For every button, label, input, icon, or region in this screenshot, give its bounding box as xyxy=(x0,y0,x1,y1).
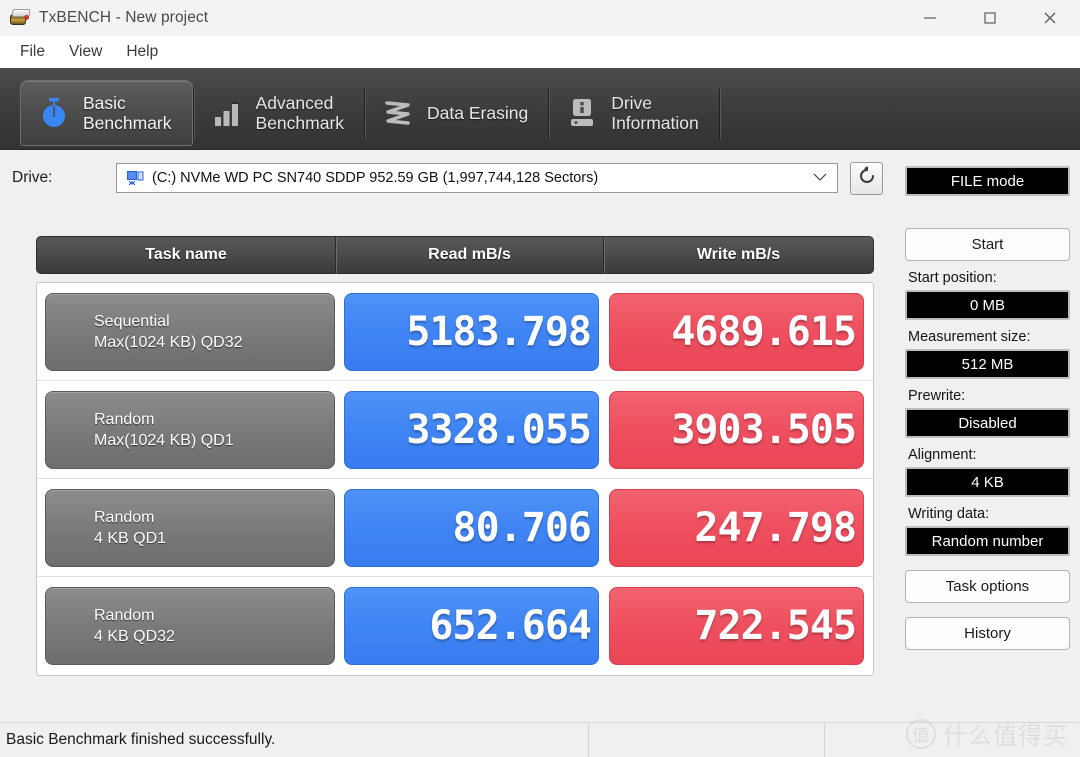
writing-data-value[interactable]: Random number xyxy=(905,526,1070,556)
task-name-line2: 4 KB QD32 xyxy=(94,628,175,645)
window-title: TxBENCH - New project xyxy=(39,9,209,26)
table-row[interactable]: Random Max(1024 KB) QD1 3328.055 3903.50… xyxy=(37,381,873,479)
drive-selected-value: (C:) NVMe WD PC SN740 SDDP 952.59 GB (1,… xyxy=(152,170,599,186)
read-value-cell: 652.664 xyxy=(344,587,599,665)
drive-select[interactable]: (C:) NVMe WD PC SN740 SDDP 952.59 GB (1,… xyxy=(116,163,838,193)
task-name-line2: Max(1024 KB) QD1 xyxy=(94,431,234,449)
history-button[interactable]: History xyxy=(905,617,1070,650)
drive-selector-row: Drive: (C:) NVMe WD PC SN740 SDDP 952.59… xyxy=(0,150,900,206)
read-value-cell: 80.706 xyxy=(344,488,599,567)
write-value-cell: 722.545 xyxy=(609,587,864,665)
task-name-cell[interactable]: Random Max(1024 KB) QD1 xyxy=(45,390,335,469)
tab-advanced-benchmark[interactable]: Advanced Benchmark xyxy=(194,80,365,146)
menu-item-view[interactable]: View xyxy=(57,40,114,64)
task-name-cell[interactable]: Random 4 KB QD1 xyxy=(45,488,335,567)
alignment-label: Alignment: xyxy=(908,447,977,463)
status-message: Basic Benchmark finished successfully. xyxy=(6,731,276,748)
tab-basic-benchmark[interactable]: Basic Benchmark xyxy=(20,80,193,146)
refresh-button[interactable] xyxy=(850,161,883,195)
tab-label-advanced-benchmark: Advanced Benchmark xyxy=(255,93,345,133)
measurement-size-label: Measurement size: xyxy=(908,329,1031,345)
start-position-label: Start position: xyxy=(908,270,997,286)
alignment-value[interactable]: 4 KB xyxy=(905,467,1070,497)
status-bar: Basic Benchmark finished successfully. xyxy=(0,722,1080,757)
drive-label: Drive: xyxy=(12,169,53,186)
window-controls xyxy=(900,0,1080,36)
task-name-line1: Random xyxy=(94,508,155,526)
prewrite-value[interactable]: Disabled xyxy=(905,408,1070,438)
write-value-cell: 247.798 xyxy=(609,488,864,567)
drive-info-icon xyxy=(565,93,599,133)
disk-share-icon xyxy=(126,170,146,186)
tab-data-erasing[interactable]: Data Erasing xyxy=(365,80,548,146)
tab-strip: Basic Benchmark Advanced Benchmark Data … xyxy=(0,68,1080,150)
table-row[interactable]: Random 4 KB QD1 80.706 247.798 xyxy=(37,479,873,577)
start-position-value[interactable]: 0 MB xyxy=(905,290,1070,320)
writing-data-label: Writing data: xyxy=(908,506,990,522)
refresh-icon xyxy=(856,165,878,192)
chevron-down-icon[interactable] xyxy=(813,169,827,187)
stopwatch-icon xyxy=(37,93,71,133)
column-header-write: Write mB/s xyxy=(603,237,873,273)
write-value-cell: 3903.505 xyxy=(609,390,864,469)
table-row[interactable]: Sequential Max(1024 KB) QD32 5183.798 46… xyxy=(37,283,873,381)
close-icon[interactable] xyxy=(1020,0,1080,36)
prewrite-label: Prewrite: xyxy=(908,388,966,404)
write-value-cell: 4689.615 xyxy=(609,292,864,371)
read-value-cell: 3328.055 xyxy=(344,390,599,469)
results-table: Task name Read mB/s Write mB/s Sequentia… xyxy=(36,236,874,676)
column-header-task-name: Task name xyxy=(145,246,227,263)
menu-item-file[interactable]: File xyxy=(8,40,57,64)
start-button[interactable]: Start xyxy=(905,228,1070,261)
task-name-line1: Random xyxy=(94,410,155,428)
status-pane-3 xyxy=(824,723,1080,757)
task-options-button[interactable]: Task options xyxy=(905,570,1070,603)
menu-item-help[interactable]: Help xyxy=(114,40,170,64)
task-name-line2: Max(1024 KB) QD32 xyxy=(94,333,243,351)
task-name-line2: 4 KB QD1 xyxy=(94,529,167,547)
status-pane-2 xyxy=(588,723,824,757)
tab-divider xyxy=(718,89,720,139)
task-name-cell[interactable]: Random 4 KB QD32 xyxy=(45,587,335,665)
eraser-wave-icon xyxy=(381,93,415,133)
txbench-window: TxBENCH - New project File View Help Bas… xyxy=(0,0,1080,757)
results-body: Sequential Max(1024 KB) QD32 5183.798 46… xyxy=(36,282,874,676)
file-mode-button[interactable]: FILE mode xyxy=(905,166,1070,196)
tab-drive-information[interactable]: Drive Information xyxy=(549,80,719,146)
title-bar: TxBENCH - New project xyxy=(0,0,1080,36)
minimize-icon[interactable] xyxy=(900,0,960,36)
results-header: Task name Read mB/s Write mB/s xyxy=(36,236,874,274)
maximize-icon[interactable] xyxy=(960,0,1020,36)
read-value-cell: 5183.798 xyxy=(344,292,599,371)
task-name-cell[interactable]: Sequential Max(1024 KB) QD32 xyxy=(45,292,335,371)
tab-label-data-erasing: Data Erasing xyxy=(427,103,529,123)
tab-label-basic-benchmark: Basic Benchmark xyxy=(83,93,172,133)
measurement-size-value[interactable]: 512 MB xyxy=(905,349,1070,379)
options-sidebar: FILE mode Start Start position: 0 MB Mea… xyxy=(905,166,1070,650)
tab-label-drive-information: Drive Information xyxy=(611,93,699,133)
txbench-app-icon xyxy=(9,9,31,27)
menu-bar: File View Help xyxy=(0,36,1080,68)
task-name-line1: Random xyxy=(94,607,155,624)
bar-chart-icon xyxy=(210,93,244,133)
task-name-line1: Sequential xyxy=(94,312,170,330)
table-row[interactable]: Random 4 KB QD32 652.664 722.545 xyxy=(37,577,873,675)
column-header-read: Read mB/s xyxy=(335,237,603,273)
